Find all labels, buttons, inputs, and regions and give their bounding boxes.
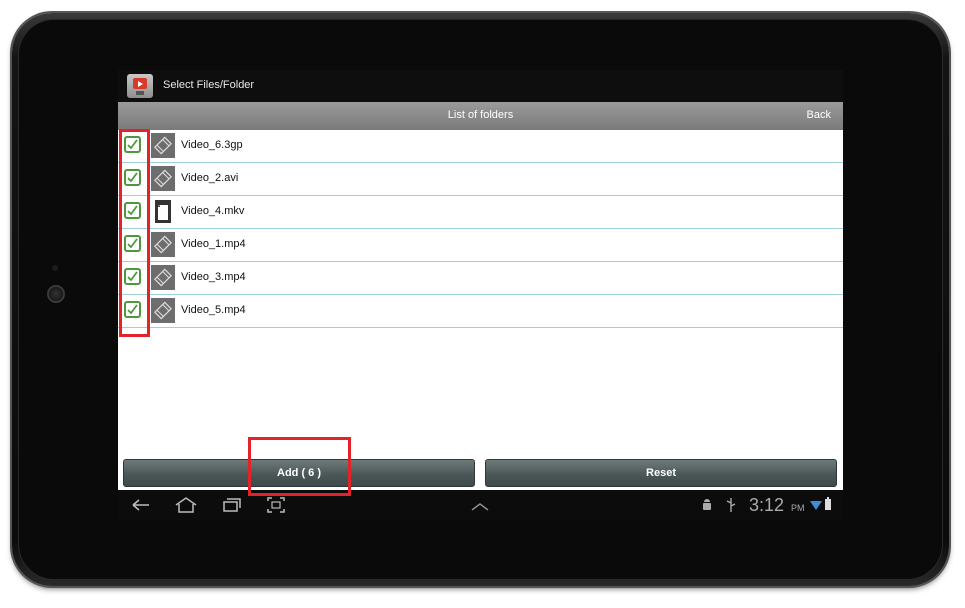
reset-button[interactable]: Reset xyxy=(485,459,837,487)
clock-time: 3:12 xyxy=(749,495,785,515)
app-icon xyxy=(127,74,153,98)
list-item[interactable]: Video_3.mp4 xyxy=(118,262,843,295)
recent-apps-icon[interactable] xyxy=(222,496,242,519)
system-nav-bar: 3:12 PM xyxy=(118,490,843,520)
file-name: Video_2.avi xyxy=(181,172,239,184)
screenshot-icon[interactable] xyxy=(266,496,286,519)
file-list: Video_6.3gp Video_2.avi Video_4.mkv Vide… xyxy=(118,130,843,328)
file-name: Video_4.mkv xyxy=(181,205,245,217)
list-item[interactable]: Video_6.3gp xyxy=(118,130,843,163)
app-title: Select Files/Folder xyxy=(163,79,255,91)
clock-ampm: PM xyxy=(791,503,805,513)
usb-icon xyxy=(725,497,737,518)
list-item[interactable]: Video_1.mp4 xyxy=(118,229,843,262)
home-icon[interactable] xyxy=(175,496,197,519)
list-item[interactable]: Video_5.mp4 xyxy=(118,295,843,328)
page-title: List of folders xyxy=(447,109,514,121)
wifi-icon xyxy=(810,498,822,516)
file-name: Video_3.mp4 xyxy=(181,271,246,283)
camera-icon xyxy=(47,285,65,303)
list-header: List of folders Back xyxy=(118,102,843,130)
annotation-checkboxes-highlight xyxy=(119,129,150,337)
video-icon xyxy=(151,265,175,290)
android-debug-icon xyxy=(700,498,714,517)
file-name: Video_6.3gp xyxy=(181,139,243,151)
file-name: Video_5.mp4 xyxy=(181,304,246,316)
file-icon xyxy=(151,199,175,224)
video-icon xyxy=(151,232,175,257)
battery-icon xyxy=(824,497,832,516)
video-icon xyxy=(151,298,175,323)
video-icon xyxy=(151,166,175,191)
list-item[interactable]: Video_2.avi xyxy=(118,163,843,196)
back-button[interactable]: Back xyxy=(807,109,831,121)
file-name: Video_1.mp4 xyxy=(181,238,246,250)
video-icon xyxy=(151,133,175,158)
light-sensor xyxy=(52,265,58,271)
chevron-up-icon[interactable] xyxy=(470,499,490,517)
annotation-add-button-highlight xyxy=(248,437,351,496)
back-icon[interactable] xyxy=(131,496,151,519)
list-item[interactable]: Video_4.mkv xyxy=(118,196,843,229)
title-bar: Select Files/Folder xyxy=(118,70,843,102)
action-bar: Add ( 6 ) Reset xyxy=(118,458,843,490)
screen: Select Files/Folder List of folders Back… xyxy=(118,70,843,520)
